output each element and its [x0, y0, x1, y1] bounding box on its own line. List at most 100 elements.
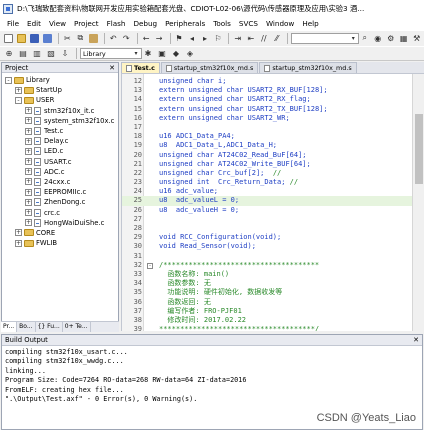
collapse-icon[interactable]: -	[15, 96, 22, 104]
close-icon[interactable]: ✕	[413, 335, 419, 346]
expand-icon[interactable]: +	[15, 229, 22, 237]
find-icon[interactable]: ⌕	[359, 32, 370, 44]
undo-icon[interactable]: ↶	[108, 32, 119, 44]
debug-start-icon[interactable]: ◉	[372, 32, 383, 44]
bookmark-clear-icon[interactable]: ⚐	[212, 32, 223, 44]
expand-icon[interactable]: +	[25, 178, 32, 186]
menu-project[interactable]: Project	[70, 19, 103, 28]
tree-file[interactable]: + ADC.c	[2, 167, 118, 177]
code-line: 24 u16 adc_value;	[122, 187, 424, 196]
tree-file[interactable]: + ZhenDong.c	[2, 197, 118, 207]
expand-icon[interactable]: +	[25, 117, 32, 125]
menu-svcs[interactable]: SVCS	[235, 19, 262, 28]
expand-icon[interactable]: +	[25, 158, 32, 166]
nav-back-icon[interactable]: ←	[141, 32, 152, 44]
scrollbar-thumb[interactable]	[415, 114, 423, 184]
expand-icon[interactable]: +	[25, 107, 32, 115]
code-text: 函数参数: 无	[159, 279, 210, 288]
tree-folder[interactable]: - USER	[2, 95, 118, 105]
target-select[interactable]: Library ▾	[80, 48, 142, 59]
nav-forward-icon[interactable]: →	[154, 32, 165, 44]
code-text: /*************************************	[159, 261, 319, 270]
c-file-icon	[34, 218, 41, 227]
new-file-icon[interactable]	[3, 32, 14, 44]
tree-file[interactable]: + HongWaiDuiShe.c	[2, 218, 118, 228]
open-folder-icon[interactable]	[16, 32, 27, 44]
close-icon[interactable]: ✕	[109, 63, 115, 73]
editor-tab[interactable]: Test.c	[121, 62, 160, 73]
indent-icon[interactable]: ⇥	[232, 32, 243, 44]
tree-folder[interactable]: - Library	[2, 75, 118, 85]
expand-icon[interactable]: +	[25, 219, 32, 227]
copy-icon[interactable]: ⧉	[75, 32, 86, 44]
project-tab[interactable]: {} Fu...	[36, 322, 63, 332]
manage-packs-icon[interactable]: ◆	[170, 48, 182, 60]
menu-edit[interactable]: Edit	[23, 19, 45, 28]
expand-icon[interactable]: +	[15, 86, 22, 94]
menu-help[interactable]: Help	[298, 19, 322, 28]
comment-icon[interactable]: //	[258, 32, 269, 44]
tree-file[interactable]: + LED.c	[2, 146, 118, 156]
find-combo[interactable]: ▾	[291, 32, 360, 44]
cut-icon[interactable]: ✂	[62, 32, 73, 44]
download-icon[interactable]: ⇩	[59, 48, 71, 60]
tree-folder[interactable]: + StartUp	[2, 85, 118, 95]
menu-view[interactable]: View	[45, 19, 70, 28]
settings-icon[interactable]: ⚙	[385, 32, 396, 44]
menu-window[interactable]: Window	[262, 19, 298, 28]
tree-folder[interactable]: + CORE	[2, 228, 118, 238]
unindent-icon[interactable]: ⇤	[245, 32, 256, 44]
fold-toggle-icon[interactable]: -	[147, 262, 153, 269]
file-extensions-icon[interactable]: ▣	[156, 48, 168, 60]
bookmark-next-icon[interactable]: ▸	[199, 32, 210, 44]
identifier: USART2_RX_flag;	[247, 95, 311, 104]
tree-file[interactable]: + system_stm32f10x.c	[2, 116, 118, 126]
redo-icon[interactable]: ↷	[121, 32, 132, 44]
editor-tab[interactable]: startup_stm32f10x_md.s	[160, 62, 259, 73]
pack-installer-icon[interactable]: ◈	[184, 48, 196, 60]
tree-file[interactable]: + USART.c	[2, 157, 118, 167]
expand-icon[interactable]: +	[25, 188, 32, 196]
tree-file[interactable]: + Delay.c	[2, 136, 118, 146]
menu-flash[interactable]: Flash	[103, 19, 130, 28]
build-icon[interactable]: ▤	[17, 48, 29, 60]
save-icon[interactable]	[29, 32, 40, 44]
project-tab[interactable]: 0+ Te...	[63, 322, 91, 332]
expand-icon[interactable]: +	[25, 168, 32, 176]
bookmark-prev-icon[interactable]: ◂	[187, 32, 198, 44]
paste-icon[interactable]	[88, 32, 99, 44]
tree-file[interactable]: + Test.c	[2, 126, 118, 136]
collapse-icon[interactable]: -	[5, 76, 12, 84]
build-output-line: ".\Output\Test.axf" - 0 Error(s), 0 Warn…	[5, 394, 198, 403]
code-editor[interactable]: 12 unsigned char i; 13 extern unsigned char…	[121, 74, 424, 331]
save-all-icon[interactable]	[42, 32, 53, 44]
rebuild-icon[interactable]: ▥	[31, 48, 43, 60]
menu-tools[interactable]: Tools	[209, 19, 235, 28]
expand-icon[interactable]: +	[25, 198, 32, 206]
target-options-icon[interactable]: ✱	[142, 48, 154, 60]
tree-folder[interactable]: + FWLIB	[2, 238, 118, 248]
window-layout-icon[interactable]: ▦	[398, 32, 409, 44]
tree-file[interactable]: + stm32f10x_it.c	[2, 106, 118, 116]
tools-icon[interactable]: ⚒	[411, 32, 422, 44]
tree-file[interactable]: +24cxx.c	[2, 177, 118, 187]
expand-icon[interactable]: +	[25, 137, 32, 145]
tree-file[interactable]: + EEPROMIIc.c	[2, 187, 118, 197]
expand-icon[interactable]: +	[25, 147, 32, 155]
menu-debug[interactable]: Debug	[129, 19, 161, 28]
menu-peripherals[interactable]: Peripherals	[161, 19, 209, 28]
expand-icon[interactable]: +	[25, 127, 32, 135]
editor-tab[interactable]: startup_stm32f10x_md.s	[259, 62, 357, 73]
project-tab[interactable]: Bo...	[17, 322, 36, 332]
bookmark-icon[interactable]: ⚑	[174, 32, 185, 44]
uncomment-icon[interactable]: ⁄⁄	[271, 32, 282, 44]
menu-file[interactable]: File	[3, 19, 23, 28]
expand-icon[interactable]: +	[25, 209, 32, 217]
keyword: void	[159, 242, 181, 251]
translate-icon[interactable]: ⊕	[3, 48, 15, 60]
project-tab[interactable]: Pr...	[1, 322, 18, 332]
editor-scrollbar[interactable]	[412, 74, 424, 331]
expand-icon[interactable]: +	[15, 239, 22, 247]
tree-file[interactable]: + crc.c	[2, 207, 118, 217]
batch-build-icon[interactable]: ▧	[45, 48, 57, 60]
